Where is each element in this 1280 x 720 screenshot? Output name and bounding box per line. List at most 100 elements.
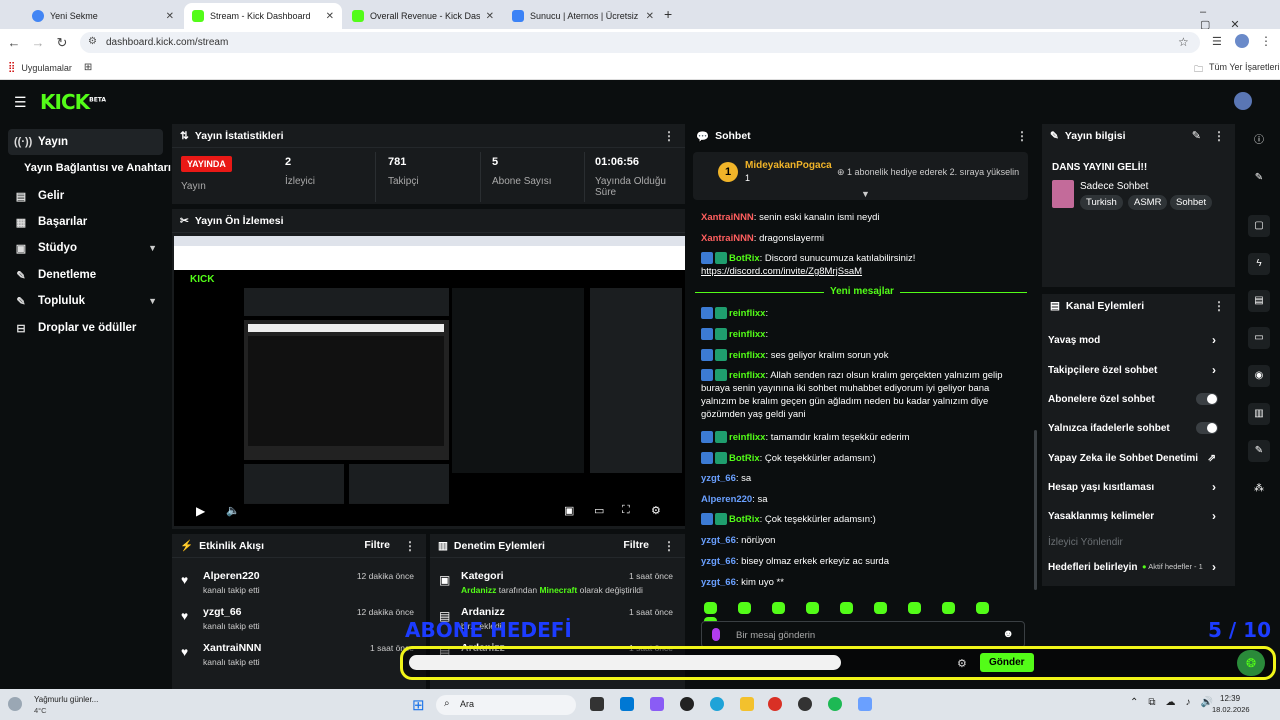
activity-user[interactable]: yzgt_66 xyxy=(203,606,242,618)
chat-username[interactable]: BotRix xyxy=(729,453,760,464)
sidebar-item-stream-key[interactable]: Yayın Bağlantısı ve Anahtarı xyxy=(18,155,178,181)
stream-preview-video[interactable]: KICK ▶ 🔈 ▣ ▭ ⛶ ⚙ xyxy=(174,236,685,526)
forward-icon[interactable]: → xyxy=(26,35,50,50)
play-icon[interactable]: ▶ xyxy=(196,504,205,518)
tab-search-icon[interactable]: ☰ xyxy=(1212,35,1222,48)
sidebar-item-denetleme[interactable]: ✎ Denetleme xyxy=(8,262,163,288)
close-icon[interactable]: ✕ xyxy=(326,11,334,22)
volume-icon[interactable]: 🔈 xyxy=(226,504,240,517)
chat-username[interactable]: yzgt_66 xyxy=(701,473,736,484)
kebab-menu-icon[interactable]: ⋮ xyxy=(663,129,675,143)
chat-username[interactable]: yzgt_66 xyxy=(701,535,736,546)
tag-badge[interactable]: ASMR xyxy=(1128,195,1168,210)
sidebar-item-gelir[interactable]: ▤ Gelir xyxy=(8,183,163,209)
activity-user[interactable]: XantraiNNN xyxy=(203,642,261,654)
collapse-icon[interactable]: ▼ xyxy=(861,189,870,199)
sidebar-item-droplar[interactable]: ⊟ Droplar ve ödüller xyxy=(8,315,163,341)
sidebar-item-basarilar[interactable]: ▦ Başarılar xyxy=(8,209,163,235)
chat-username[interactable]: reinflixx xyxy=(729,370,765,381)
activity-user[interactable]: Alperen220 xyxy=(203,570,260,582)
taskview-icon[interactable] xyxy=(590,697,604,711)
bookmark-star-icon[interactable]: ☆ xyxy=(1178,35,1189,49)
chrome-icon[interactable] xyxy=(768,697,782,711)
chat-username[interactable]: XantraiNNN xyxy=(701,233,754,244)
tab-aternos[interactable]: Sunucu | Aternos | Ücretsiz Min ✕ xyxy=(504,3,662,29)
edge-icon[interactable] xyxy=(710,697,724,711)
settings-icon[interactable]: ⚙ xyxy=(957,657,967,670)
fullscreen-icon[interactable]: ⛶ xyxy=(622,504,630,517)
chat-input[interactable]: Bir mesaj gönderin ☻ xyxy=(701,621,1025,648)
user-avatar[interactable] xyxy=(1234,92,1252,110)
chat-username[interactable]: yzgt_66 xyxy=(701,556,736,567)
action-banned-words[interactable]: Yasaklanmış kelimeler › xyxy=(1048,506,1228,526)
chat-username[interactable]: BotRix xyxy=(729,253,760,264)
action-ai-moderation[interactable]: Yapay Zeka ile Sohbet Denetimi ⇗ xyxy=(1048,448,1228,468)
tab-groups-icon[interactable]: ⊞ xyxy=(84,62,92,73)
kebab-menu-icon[interactable]: ⋮ xyxy=(404,539,416,553)
send-button[interactable]: Gönder xyxy=(980,653,1034,672)
menu-icon[interactable]: ⋮ xyxy=(1260,34,1272,48)
app-icon[interactable] xyxy=(680,697,694,711)
mod-user[interactable]: Ardanizz xyxy=(461,585,496,595)
url-input[interactable]: dashboard.kick.com/stream xyxy=(80,32,1200,53)
kebab-menu-icon[interactable]: ⋮ xyxy=(1213,299,1225,313)
bookmark-apps[interactable]: Uygulamalar xyxy=(21,63,72,73)
toggle-switch[interactable] xyxy=(1196,393,1218,405)
tag-badge[interactable]: Sohbet xyxy=(1170,195,1213,210)
chat-username[interactable]: reinflixx xyxy=(729,432,765,443)
list-icon[interactable]: ▤ xyxy=(1248,290,1270,312)
tab-kick-dashboard[interactable]: Stream - Kick Dashboard ✕ xyxy=(184,3,342,29)
chat-username[interactable]: Alperen220 xyxy=(701,494,752,505)
gift-user[interactable]: MideyakanPogaca xyxy=(745,160,832,171)
wrench-icon[interactable]: ✎ xyxy=(1248,440,1270,462)
sidebar-item-yayin[interactable]: ((·)) Yayın xyxy=(8,129,163,155)
chat-username[interactable]: reinflixx xyxy=(729,308,765,319)
stream-category[interactable]: Sadece Sohbet xyxy=(1080,181,1148,192)
chat-username[interactable]: yzgt_66 xyxy=(701,577,736,588)
profile-avatar[interactable] xyxy=(1235,34,1249,48)
tray-icons[interactable]: ⌃⧉☁♪🔊 xyxy=(1130,697,1223,708)
filter-button[interactable]: Filtre xyxy=(364,539,390,551)
chat-username[interactable]: XantraiNNN xyxy=(701,212,754,223)
bolt-icon[interactable]: ϟ xyxy=(1248,253,1270,275)
reload-icon[interactable]: ↻ xyxy=(50,35,74,51)
clock-date[interactable]: 18.02.2026 xyxy=(1212,705,1250,714)
site-info-icon[interactable]: ⚙ xyxy=(88,36,97,47)
new-tab-button[interactable]: + xyxy=(664,6,672,22)
app-icon[interactable] xyxy=(650,697,664,711)
tag-badge[interactable]: Turkish xyxy=(1080,195,1123,210)
all-bookmarks[interactable]: Tüm Yer İşaretleri xyxy=(1209,62,1280,72)
explorer-icon[interactable] xyxy=(740,697,754,711)
chat-icon[interactable]: ▭ xyxy=(1248,327,1270,349)
kebab-menu-icon[interactable]: ⋮ xyxy=(1016,129,1028,143)
broadcast-icon[interactable]: ◉ xyxy=(1248,365,1270,387)
chat-scrollbar[interactable] xyxy=(1034,430,1037,590)
toggle-switch[interactable] xyxy=(1196,422,1218,434)
edit-icon[interactable]: ✎ xyxy=(1192,129,1201,142)
action-subs-only[interactable]: Abonelere özel sohbet xyxy=(1048,389,1228,409)
close-icon[interactable]: ✕ xyxy=(646,11,654,22)
close-icon[interactable]: ✕ xyxy=(166,11,174,22)
app-icon[interactable] xyxy=(798,697,812,711)
chat-username[interactable]: BotRix xyxy=(729,514,760,525)
action-followers-only[interactable]: Takipçilere özel sohbet › xyxy=(1048,360,1228,380)
info-icon[interactable]: ⓘ xyxy=(1248,130,1270,152)
spotify-icon[interactable] xyxy=(828,697,842,711)
close-icon[interactable]: ✕ xyxy=(486,11,494,22)
tab-revenue[interactable]: Overall Revenue - Kick Dashbo ✕ xyxy=(344,3,502,29)
app-icon[interactable] xyxy=(858,697,872,711)
kebab-menu-icon[interactable]: ⋮ xyxy=(1213,129,1225,143)
action-slow-mode[interactable]: Yavaş mod › xyxy=(1048,330,1228,350)
kick-logo[interactable]: KICKBETA xyxy=(40,90,106,114)
settings-icon[interactable]: ⚙ xyxy=(651,504,661,517)
back-icon[interactable]: ← xyxy=(2,35,26,50)
action-emote-only[interactable]: Yalnızca ifadelerle sohbet xyxy=(1048,418,1228,438)
clip-icon[interactable]: ▢ xyxy=(1248,215,1270,237)
windows-start-icon[interactable]: ⊞ xyxy=(412,696,425,714)
tab-new[interactable]: Yeni Sekme ✕ xyxy=(24,3,182,29)
action-account-age[interactable]: Hesap yaşı kısıtlaması › xyxy=(1048,477,1228,497)
layers-icon[interactable]: ▥ xyxy=(1248,403,1270,425)
chat-link[interactable]: https://discord.com/invite/Zg8MrjSsaM xyxy=(701,266,862,277)
hamburger-menu-icon[interactable]: ☰ xyxy=(14,94,27,111)
kebab-menu-icon[interactable]: ⋮ xyxy=(663,539,675,553)
